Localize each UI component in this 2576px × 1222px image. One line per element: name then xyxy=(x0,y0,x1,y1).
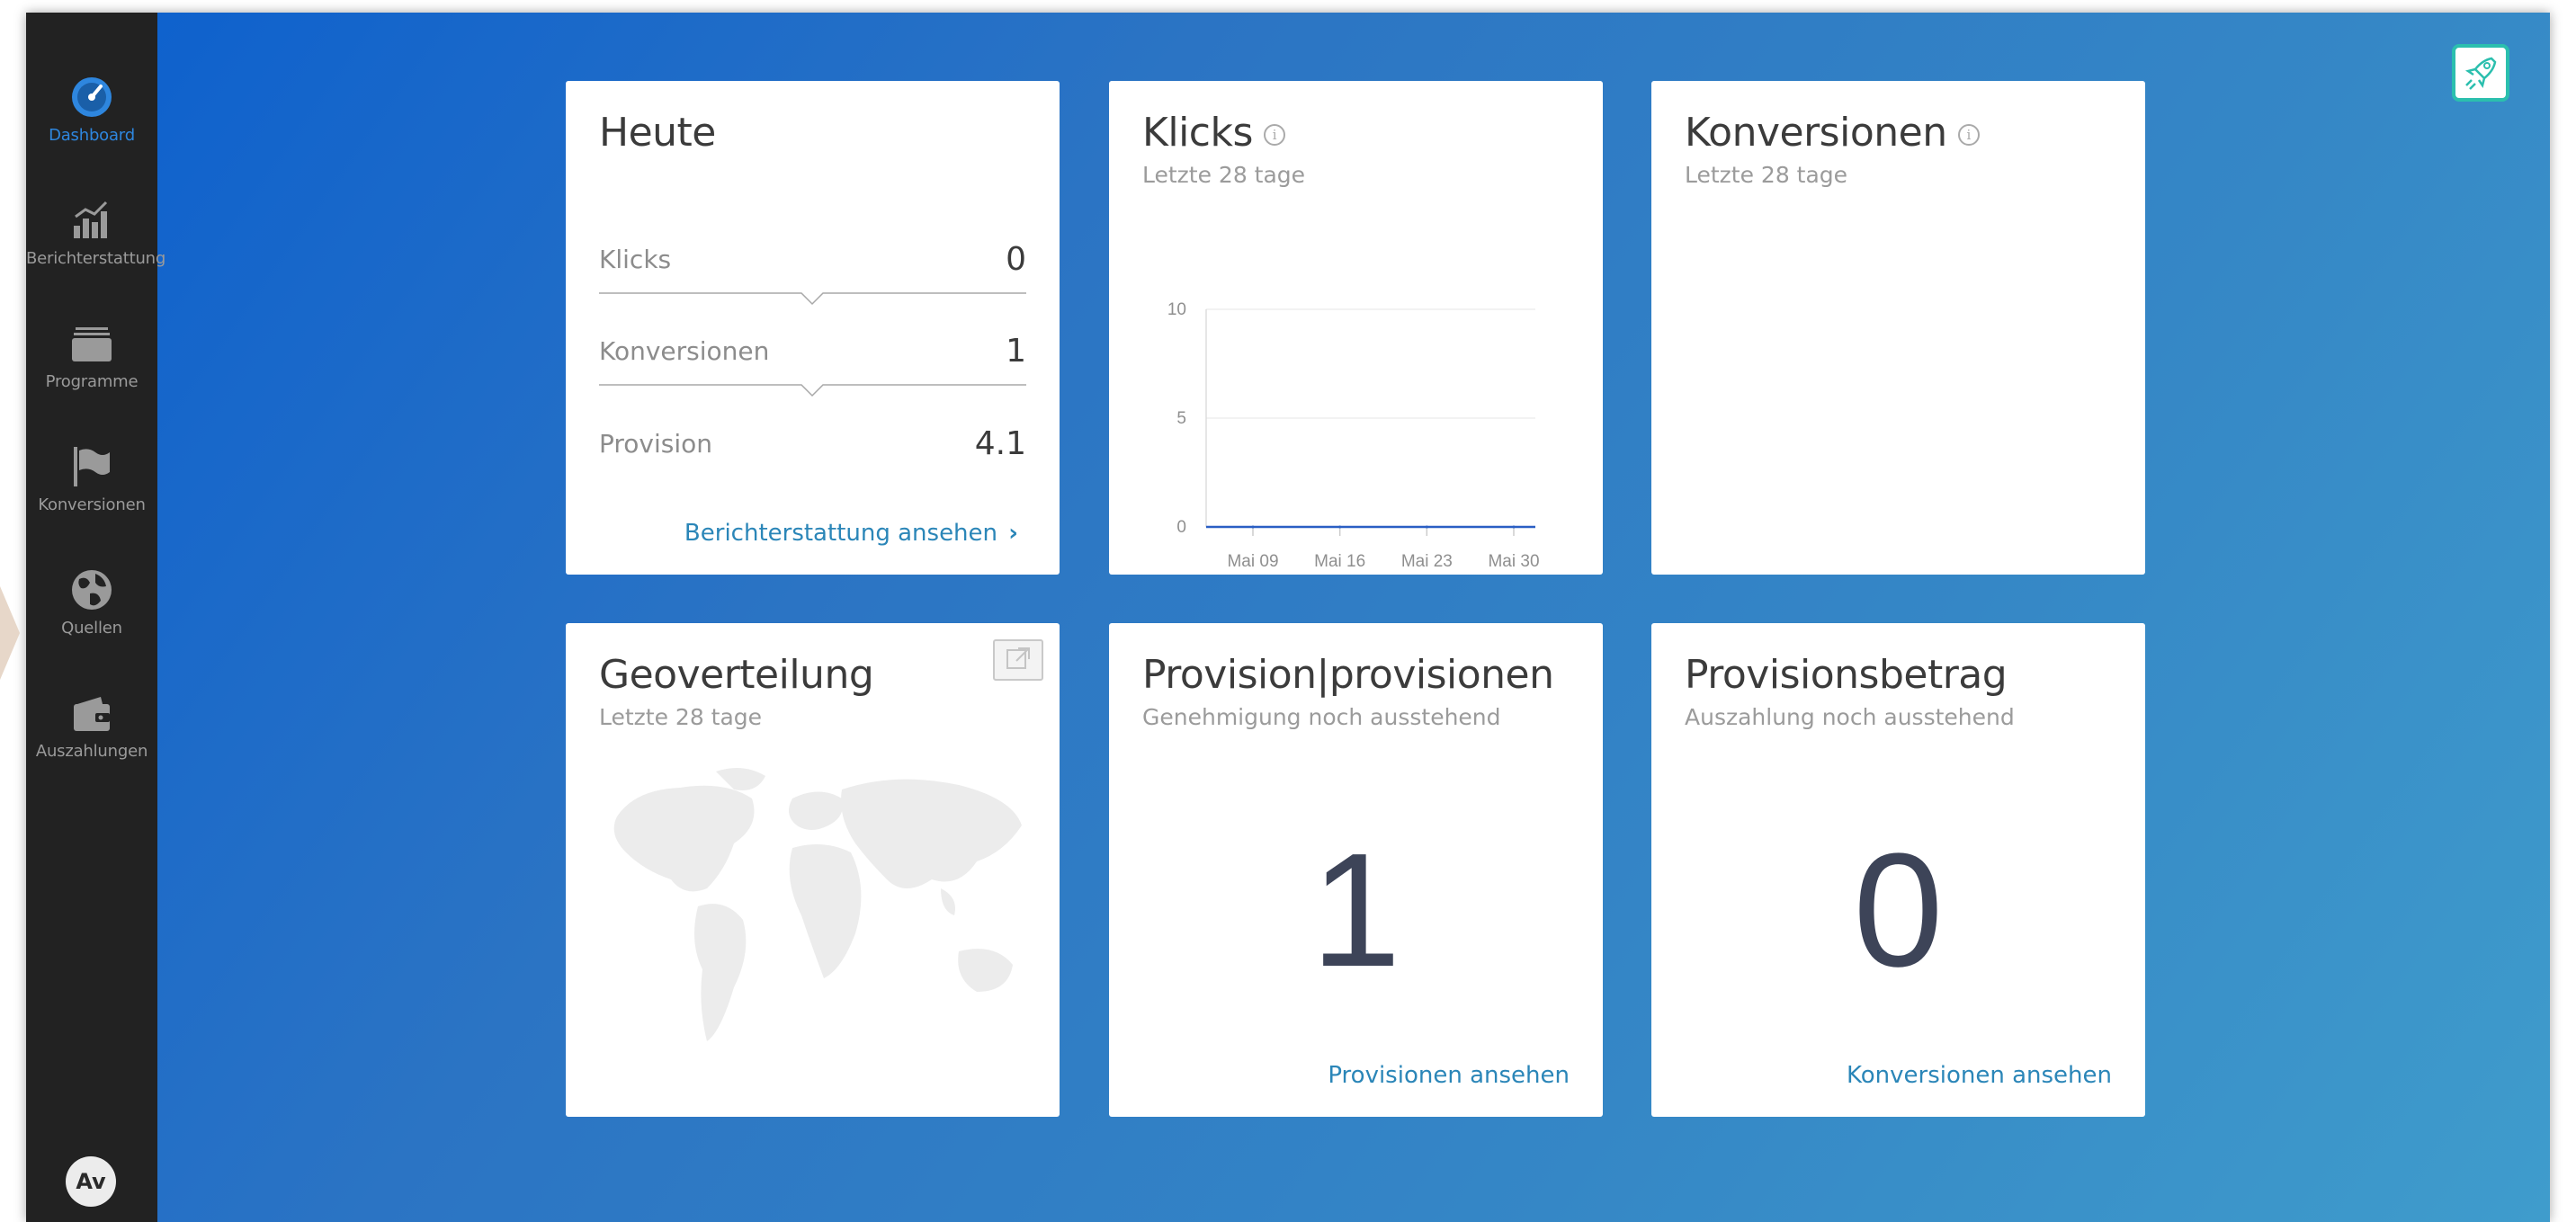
card-clicks: Klicks i Letzte 28 tage 0 5 10 Mai 09 Mai 16 M… xyxy=(1109,81,1603,575)
app-frame: Dashboard Berichterstattung Programme Ko… xyxy=(26,13,2550,1222)
card-subtitle: Letzte 28 tage xyxy=(1685,162,1848,188)
y-tick-label: 0 xyxy=(1176,518,1186,537)
stat-label: Provision xyxy=(599,429,713,459)
rocket-icon xyxy=(2464,57,2497,90)
card-title-text: Klicks xyxy=(1142,110,1253,156)
pending-payout-amount: 0 xyxy=(1853,820,1944,1001)
sidebar-item-berichterstattung[interactable]: Berichterstattung xyxy=(26,181,166,289)
clicks-line-chart: 0 5 10 Mai 09 Mai 16 Mai 23 Mai 30 xyxy=(1167,300,1540,571)
view-reports-link-label: Berichterstattung ansehen xyxy=(684,520,998,547)
data-point xyxy=(1512,525,1516,529)
card-subtitle: Auszahlung noch ausstehend xyxy=(1685,704,2015,730)
x-tick-label: Mai 09 xyxy=(1227,552,1278,571)
sidebar-pointer xyxy=(0,586,20,680)
y-tick-label: 5 xyxy=(1176,409,1186,428)
wallet-icon xyxy=(74,697,110,731)
card-conversions: Konversionen i Letzte 28 tage xyxy=(1651,81,2145,575)
x-tick-label: Mai 30 xyxy=(1488,552,1539,571)
sidebar-item-label: Konversionen xyxy=(38,495,146,514)
card-title: Geoverteilung xyxy=(599,652,874,698)
stat-value: 0 xyxy=(1006,241,1026,278)
card-subtitle: Genehmigung noch ausstehend xyxy=(1142,704,1501,730)
card-today: Heute Klicks 0 Konversionen 1 Provision … xyxy=(566,81,1060,575)
card-geo: Geoverteilung Letzte 28 tage xyxy=(566,623,1060,1117)
card-subtitle: Letzte 28 tage xyxy=(1142,162,1306,188)
x-tick-label: Mai 16 xyxy=(1314,552,1365,571)
info-icon[interactable]: i xyxy=(1263,124,1285,146)
card-title: Klicks i xyxy=(1142,110,1285,156)
data-point xyxy=(1338,525,1342,529)
row-divider xyxy=(599,292,1026,306)
sidebar-item-label: Berichterstattung xyxy=(26,249,166,268)
sidebar-item-auszahlungen[interactable]: Auszahlungen xyxy=(26,673,157,781)
card-provision: Provision|provisionen Genehmigung noch a… xyxy=(1109,623,1603,1117)
card-title: Konversionen i xyxy=(1685,110,1980,156)
globe-icon xyxy=(72,570,112,610)
sidebar-item-konversionen[interactable]: Konversionen xyxy=(26,427,157,535)
stat-label: Klicks xyxy=(599,245,672,274)
dashboard-gauge-icon xyxy=(72,77,112,117)
stat-row-konversionen: Konversionen 1 xyxy=(599,333,1026,372)
card-subtitle: Letzte 28 tage xyxy=(599,704,763,730)
stat-label: Konversionen xyxy=(599,336,770,366)
rocket-button[interactable] xyxy=(2452,44,2509,102)
info-icon[interactable]: i xyxy=(1957,124,1980,146)
stat-row-provision: Provision 4.1 xyxy=(599,425,1026,465)
world-map xyxy=(613,768,1022,1041)
sidebar-item-label: Dashboard xyxy=(49,126,135,145)
stat-value: 4.1 xyxy=(974,425,1026,462)
stat-row-klicks: Klicks 0 xyxy=(599,241,1026,281)
view-conversions-link[interactable]: Konversionen ansehen xyxy=(1847,1062,2112,1089)
card-title: Provision|provisionen xyxy=(1142,652,1554,698)
external-link-icon xyxy=(1006,647,1030,669)
pending-commission-count: 1 xyxy=(1310,820,1401,1001)
data-point xyxy=(1251,525,1255,529)
sidebar-item-dashboard[interactable]: Dashboard xyxy=(26,58,157,165)
folder-stack-icon xyxy=(72,327,112,361)
view-reports-link[interactable]: Berichterstattung ansehen › xyxy=(684,520,1018,547)
card-title: Heute xyxy=(599,110,716,156)
sidebar-item-label: Auszahlungen xyxy=(35,742,148,761)
y-tick-label: 10 xyxy=(1167,300,1186,319)
sidebar-item-programme[interactable]: Programme xyxy=(26,304,157,412)
avatar[interactable]: Av xyxy=(66,1156,116,1207)
sidebar-item-label: Quellen xyxy=(61,619,122,638)
expand-button[interactable] xyxy=(993,639,1043,681)
stat-value: 1 xyxy=(1006,333,1026,370)
row-divider xyxy=(599,384,1026,397)
view-commissions-link[interactable]: Provisionen ansehen xyxy=(1328,1062,1570,1089)
bar-chart-icon xyxy=(74,201,108,238)
chevron-right-icon: › xyxy=(1008,520,1018,547)
sidebar-item-label: Programme xyxy=(45,372,139,391)
x-tick-label: Mai 23 xyxy=(1401,552,1453,571)
data-point xyxy=(1425,525,1428,529)
sidebar: Dashboard Berichterstattung Programme Ko… xyxy=(26,13,166,1222)
card-title: Provisionsbetrag xyxy=(1685,652,2008,698)
flag-icon xyxy=(74,447,110,486)
card-title-text: Konversionen xyxy=(1685,110,1947,156)
card-commission-amount: Provisionsbetrag Auszahlung noch aussteh… xyxy=(1651,623,2145,1117)
sidebar-item-quellen[interactable]: Quellen xyxy=(26,550,157,658)
